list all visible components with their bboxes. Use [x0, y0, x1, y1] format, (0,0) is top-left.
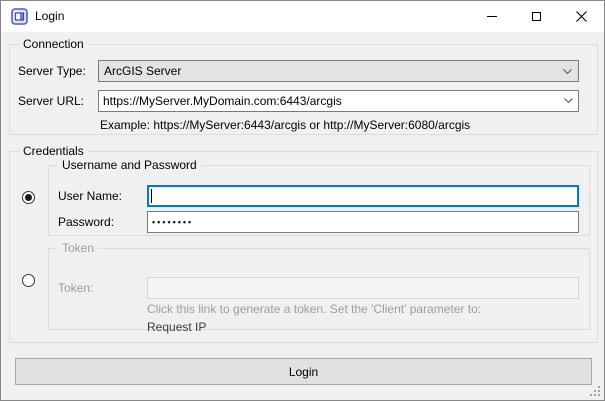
password-input[interactable]: [147, 211, 579, 233]
minimize-button[interactable]: [469, 1, 514, 32]
close-button[interactable]: [559, 1, 604, 32]
radio-selected-dot: [25, 194, 32, 201]
window-title: Login: [35, 1, 64, 32]
login-button[interactable]: Login: [15, 358, 592, 385]
chevron-down-icon: [563, 69, 572, 75]
token-input: [147, 277, 579, 299]
connection-group-label: Connection: [19, 37, 88, 51]
token-radio[interactable]: [22, 274, 35, 287]
token-label: Token:: [58, 281, 93, 295]
user-name-input[interactable]: [147, 185, 579, 207]
minimize-icon: [487, 16, 497, 17]
maximize-icon: [532, 12, 541, 21]
request-ip-text: Request IP: [147, 320, 206, 334]
form-icon: [11, 8, 28, 25]
text-caret: [151, 189, 152, 203]
token-field-wrap: [147, 277, 579, 299]
server-url-combo: [98, 90, 579, 112]
chevron-down-icon[interactable]: [564, 98, 573, 104]
token-group-label: Token: [58, 241, 98, 255]
resize-grip[interactable]: [598, 394, 600, 396]
password-label: Password:: [58, 215, 114, 229]
user-name-label: User Name:: [58, 189, 122, 203]
user-name-field-wrap: [147, 185, 579, 207]
token-hint-text: Click this link to generate a token. Set…: [147, 302, 481, 316]
server-type-label: Server Type:: [18, 64, 86, 78]
maximize-button[interactable]: [514, 1, 559, 32]
username-password-radio[interactable]: [22, 191, 35, 204]
password-field-wrap: [147, 211, 579, 233]
login-button-label: Login: [289, 365, 318, 379]
server-url-input[interactable]: [98, 90, 579, 112]
username-password-group-label: Username and Password: [58, 158, 201, 172]
credentials-group-label: Credentials: [19, 144, 88, 158]
login-dialog: Login Connection Server Type: ArcGIS Ser…: [0, 0, 605, 401]
close-icon: [576, 11, 587, 22]
title-bar[interactable]: Login: [1, 1, 604, 32]
server-type-value: ArcGIS Server: [104, 64, 181, 78]
server-type-select[interactable]: ArcGIS Server: [98, 60, 579, 82]
server-url-label: Server URL:: [18, 94, 84, 108]
server-url-example-text: Example: https://MyServer:6443/arcgis or…: [100, 118, 470, 132]
